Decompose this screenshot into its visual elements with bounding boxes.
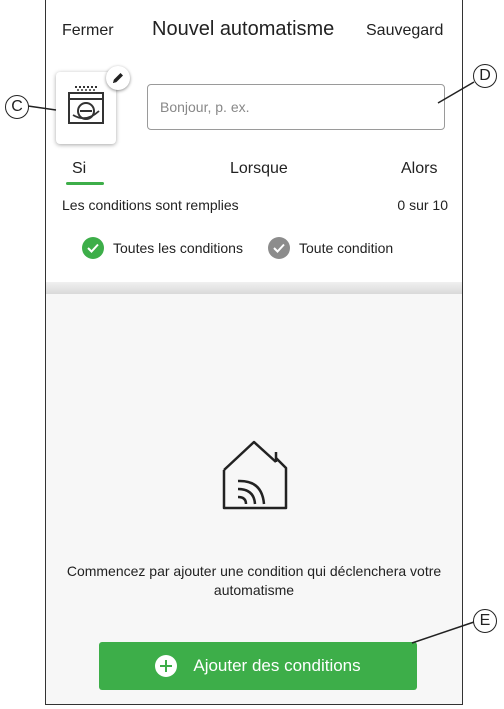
pencil-icon [113, 73, 123, 83]
tab-si[interactable]: Si [72, 160, 86, 178]
option-any-condition[interactable]: Toute condition [268, 236, 393, 260]
callout-e: E [473, 609, 497, 633]
automation-name-input[interactable] [147, 84, 445, 130]
plus-circle-icon [155, 655, 178, 677]
conditions-label: Les conditions sont remplies [62, 197, 239, 213]
active-tab-indicator [66, 182, 104, 185]
close-button[interactable]: Fermer [62, 22, 114, 40]
callout-c: C [5, 95, 29, 119]
tab-alors[interactable]: Alors [401, 160, 437, 178]
smart-home-icon [222, 440, 288, 510]
option-all-conditions[interactable]: Toutes les conditions [82, 236, 243, 260]
app-screen: Fermer Nouvel automatisme Sauvegard Si L… [45, 0, 463, 705]
option-all-conditions-label: Toutes les conditions [113, 240, 243, 256]
option-any-condition-label: Toute condition [299, 240, 394, 256]
header: Fermer Nouvel automatisme Sauvegard [46, 0, 462, 62]
save-button[interactable]: Sauvegard [366, 22, 443, 40]
empty-state-message: Commencez par ajouter une condition qui … [66, 563, 442, 598]
page-title: Nouvel automatisme [152, 18, 335, 40]
checkmark-circle-icon [268, 237, 290, 259]
conditions-count: 0 sur 10 [397, 197, 448, 213]
tab-lorsque[interactable]: Lorsque [230, 160, 288, 178]
add-conditions-button[interactable]: Ajouter des conditions [99, 642, 417, 690]
section-divider [46, 282, 462, 294]
callout-d: D [473, 64, 497, 88]
checkmark-circle-icon [82, 237, 104, 259]
edit-icon-button[interactable] [106, 66, 130, 90]
add-conditions-label: Ajouter des conditions [193, 656, 361, 675]
dishwasher-icon [68, 86, 104, 124]
